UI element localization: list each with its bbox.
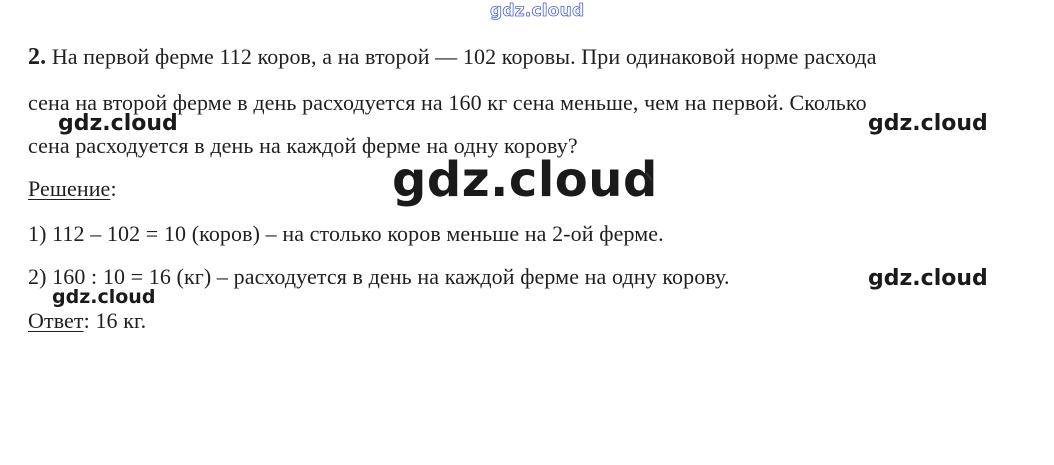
task-line-1: 2. На первой ферме 112 коров, а на второ… (28, 44, 877, 71)
solution-heading-label: Решение (28, 176, 111, 201)
answer-label: Ответ (28, 308, 84, 333)
watermark-left-lower: gdz.cloud (52, 286, 156, 308)
task-number: 2. (28, 44, 47, 70)
watermark-right-upper: gdz.cloud (868, 111, 988, 136)
solution-heading-colon: : (110, 176, 117, 201)
answer-value: : 16 кг. (83, 308, 147, 333)
task-text-line-1: На первой ферме 112 коров, а на второй —… (51, 44, 877, 69)
watermark-top: gdz.cloud (490, 1, 585, 22)
solution-heading: Решение: (28, 176, 117, 202)
answer-line: Ответ: 16 кг. (28, 308, 146, 334)
watermark-right-lower: gdz.cloud (868, 266, 988, 291)
watermark-center: gdz.cloud (392, 152, 658, 208)
watermark-left-upper: gdz.cloud (58, 111, 178, 136)
document-page: gdz.cloud 2. На первой ферме 112 коров, … (0, 0, 1054, 465)
solution-step-1: 1) 112 – 102 = 10 (коров) – на столько к… (28, 221, 664, 246)
